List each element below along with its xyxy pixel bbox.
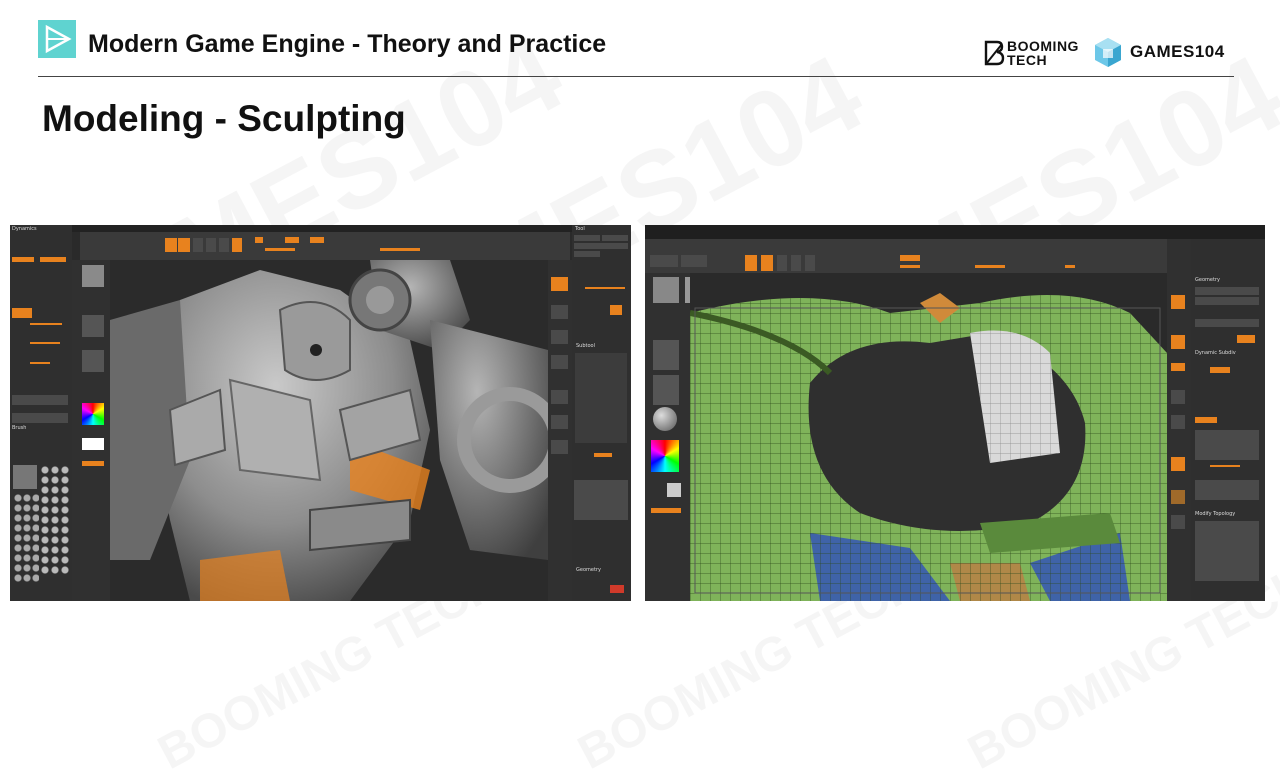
tech-text: TECH xyxy=(1007,52,1048,68)
slide-header: Modern Game Engine - Theory and Practice… xyxy=(0,0,1280,80)
booming-mark-icon xyxy=(984,40,1005,66)
geometry-panel-title: Geometry xyxy=(1195,277,1220,283)
modify-topology-title: Modify Topology xyxy=(1195,511,1236,517)
green-retopology-mesh xyxy=(690,273,1167,601)
zbrush-screenshot-right: Geometry Dynamic Subdiv Modify Topology xyxy=(645,225,1265,601)
course-title: Modern Game Engine - Theory and Practice xyxy=(88,30,607,58)
brush-panel-title: Brush xyxy=(12,425,27,431)
subtool-title: Subtool xyxy=(576,343,595,349)
play-logo-icon xyxy=(38,20,76,58)
games-cube-icon xyxy=(1095,38,1121,67)
booming-tech-logo: BOOMING TECH xyxy=(983,38,1085,68)
games104-text: GAMES104 xyxy=(1130,42,1225,61)
tool-panel-title: Tool xyxy=(575,226,585,232)
booming-text: BOOMING xyxy=(1007,38,1079,54)
slide-title: Modeling - Sculpting xyxy=(42,98,406,139)
sculpted-robot-model xyxy=(110,260,548,601)
header-divider xyxy=(38,76,1234,77)
geometry-title: Geometry xyxy=(576,567,601,573)
dynamic-subdiv-title: Dynamic Subdiv xyxy=(1195,350,1236,356)
dynamics-panel-title: Dynamics xyxy=(12,226,37,232)
zbrush-screenshot-left: Dynamics Brush Tool Subtool Geometry xyxy=(10,225,631,601)
